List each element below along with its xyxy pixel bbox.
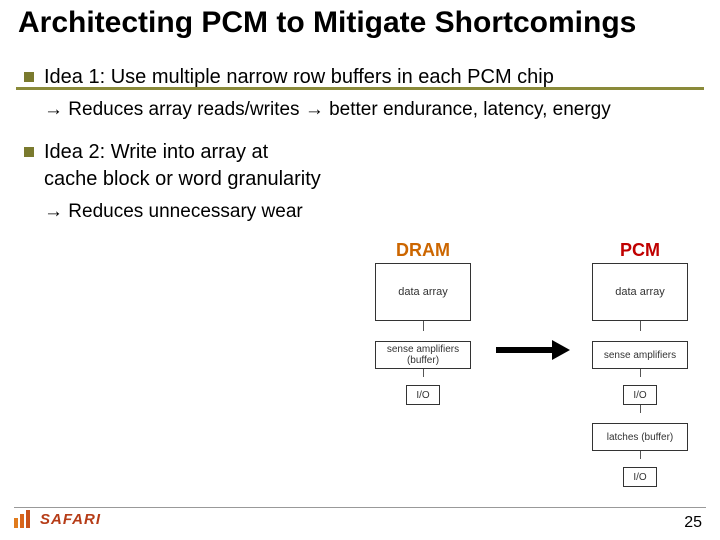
pcm-io-box-2: I/O bbox=[623, 467, 657, 487]
content-area: Idea 1: Use multiple narrow row buffers … bbox=[24, 64, 714, 224]
square-bullet-icon bbox=[24, 147, 34, 157]
connector-line bbox=[640, 321, 641, 331]
arrow-icon bbox=[496, 340, 568, 360]
bullet-idea-2-row: Idea 2: Write into array at cache block … bbox=[24, 139, 714, 225]
bullet-idea-2: Idea 2: Write into array at cache block … bbox=[24, 139, 322, 193]
page-number: 25 bbox=[684, 514, 702, 532]
connector-line bbox=[640, 405, 641, 413]
square-bullet-icon bbox=[24, 72, 34, 82]
architecture-diagram: DRAM data array sense amplifiers (buffer… bbox=[348, 240, 708, 490]
connector-line bbox=[423, 369, 424, 377]
dram-data-array-box: data array bbox=[375, 263, 471, 321]
dram-io-box: I/O bbox=[406, 385, 440, 405]
connector-line bbox=[640, 451, 641, 459]
connector-line bbox=[423, 321, 424, 331]
idea-2-sub: → Reduces unnecessary wear bbox=[44, 199, 322, 225]
idea-1-sub: → Reduces array reads/writes → better en… bbox=[44, 97, 714, 123]
slide: Architecting PCM to Mitigate Shortcoming… bbox=[0, 0, 720, 540]
bullet-idea-1: Idea 1: Use multiple narrow row buffers … bbox=[24, 64, 714, 91]
pcm-data-array-box: data array bbox=[592, 263, 688, 321]
safari-logo: SAFARI bbox=[14, 510, 101, 528]
dram-column: DRAM data array sense amplifiers (buffer… bbox=[358, 240, 488, 405]
idea-2-text: Idea 2: Write into array at cache block … bbox=[44, 139, 322, 193]
pcm-column: PCM data array sense amplifiers I/O latc… bbox=[580, 240, 700, 487]
logo-text: SAFARI bbox=[40, 511, 101, 528]
connector-line bbox=[640, 369, 641, 377]
dram-sense-amplifiers-box: sense amplifiers (buffer) bbox=[375, 341, 471, 369]
slide-title: Architecting PCM to Mitigate Shortcoming… bbox=[18, 6, 702, 41]
idea-1-text: Idea 1: Use multiple narrow row buffers … bbox=[44, 64, 554, 91]
logo-bars-icon bbox=[14, 510, 36, 528]
pcm-latches-box: latches (buffer) bbox=[592, 423, 688, 451]
pcm-io-box-1: I/O bbox=[623, 385, 657, 405]
dram-title: DRAM bbox=[358, 240, 488, 261]
footer-divider bbox=[14, 507, 706, 508]
pcm-sense-amplifiers-box: sense amplifiers bbox=[592, 341, 688, 369]
pcm-title: PCM bbox=[580, 240, 700, 261]
title-wrap: Architecting PCM to Mitigate Shortcoming… bbox=[18, 6, 702, 41]
